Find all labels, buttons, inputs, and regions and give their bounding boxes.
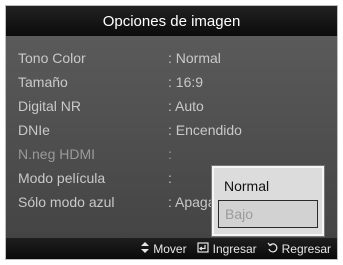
- menu-item-label: Tamaño: [18, 74, 68, 90]
- menu-item-hdmi-black-level: N.neg HDMI :: [18, 142, 328, 166]
- menu-item-value: :: [168, 146, 172, 162]
- menu-title: Opciones de imagen: [102, 12, 241, 30]
- return-icon: [267, 242, 278, 256]
- menu-item-tono-color[interactable]: Tono Color : Normal: [18, 46, 328, 70]
- option-label: Normal: [224, 178, 270, 194]
- option-bajo[interactable]: Bajo: [218, 200, 318, 228]
- enter-hint: Ingresar: [197, 242, 257, 256]
- return-hint: Regresar: [267, 242, 331, 256]
- menu-item-value: : Encendido: [168, 122, 242, 138]
- menu-item-label: Sólo modo azul: [18, 194, 115, 210]
- menu-item-label: Tono Color: [18, 50, 86, 66]
- menu-footer: Mover Ingresar Regresar: [6, 237, 337, 259]
- option-popup: Normal Bajo: [212, 166, 324, 236]
- option-label: Bajo: [225, 206, 254, 222]
- menu-item-digital-nr[interactable]: Digital NR : Auto: [18, 94, 328, 118]
- menu-item-label: Digital NR: [18, 98, 82, 114]
- menu-item-label: N.neg HDMI: [18, 146, 96, 162]
- return-label: Regresar: [281, 241, 331, 256]
- menu-content: Tono Color : Normal Tamaño : 16:9 Digita…: [6, 36, 337, 239]
- updown-arrows-icon: [141, 241, 150, 256]
- menu-title-bar: Opciones de imagen: [6, 6, 337, 37]
- menu-item-dnie[interactable]: DNIe : Encendido: [18, 118, 328, 142]
- enter-label: Ingresar: [212, 241, 257, 256]
- menu-item-label: Modo película: [18, 170, 106, 186]
- menu-item-label: DNIe: [18, 122, 50, 138]
- menu-item-value: : 16:9: [168, 74, 204, 90]
- option-normal[interactable]: Normal: [218, 172, 318, 200]
- picture-options-menu: Opciones de imagen Tono Color : Normal T…: [5, 5, 338, 260]
- enter-icon: [197, 241, 209, 256]
- menu-item-value: : Auto: [168, 98, 204, 114]
- move-label: Mover: [153, 241, 187, 256]
- menu-item-tamano[interactable]: Tamaño : 16:9: [18, 70, 328, 94]
- move-hint: Mover: [141, 241, 187, 256]
- menu-item-value: : Normal: [168, 50, 221, 66]
